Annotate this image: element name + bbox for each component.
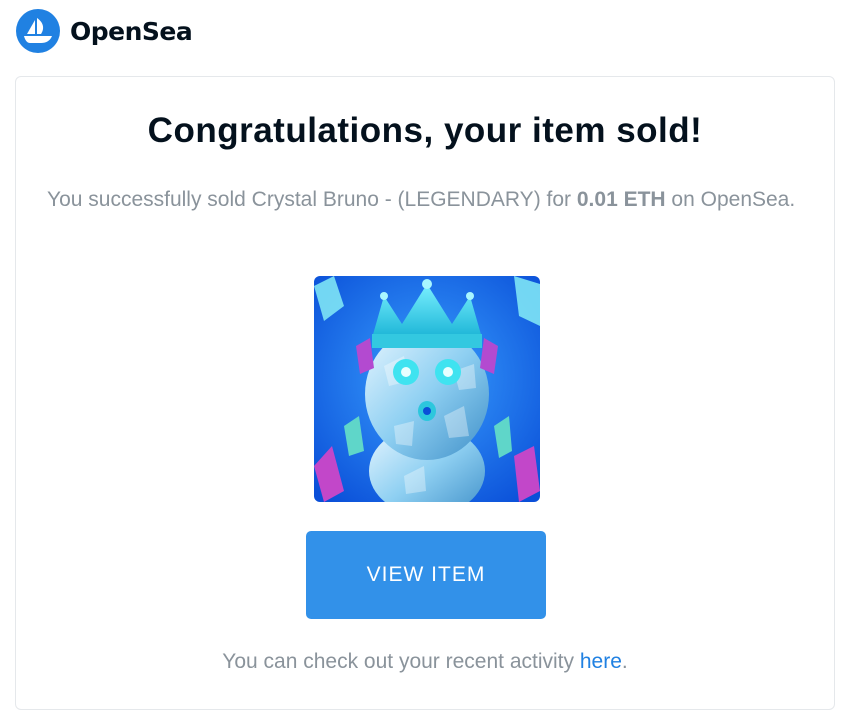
sale-price: 0.01 ETH	[576, 188, 666, 211]
recent-activity-label: You can check out your recent activity	[222, 650, 580, 673]
header: OpenSea	[16, 9, 193, 53]
sale-message-text: You successfully sold Crystal Bruno - (L…	[47, 188, 577, 211]
recent-activity-text: You can check out your recent activity h…	[16, 650, 834, 674]
sale-message: You successfully sold Crystal Bruno - (L…	[47, 184, 806, 215]
brand-name[interactable]: OpenSea	[70, 17, 193, 46]
sale-message-suffix: on OpenSea.	[665, 188, 796, 211]
view-item-button[interactable]: VIEW ITEM	[306, 531, 546, 619]
page-title: Congratulations, your item sold!	[147, 111, 703, 150]
recent-activity-suffix: .	[621, 650, 628, 673]
nft-image[interactable]	[314, 276, 540, 502]
sale-notification-card: Congratulations, your item sold! You suc…	[15, 76, 835, 710]
opensea-logo-icon[interactable]	[16, 9, 60, 53]
recent-activity-link[interactable]: here	[580, 650, 622, 673]
